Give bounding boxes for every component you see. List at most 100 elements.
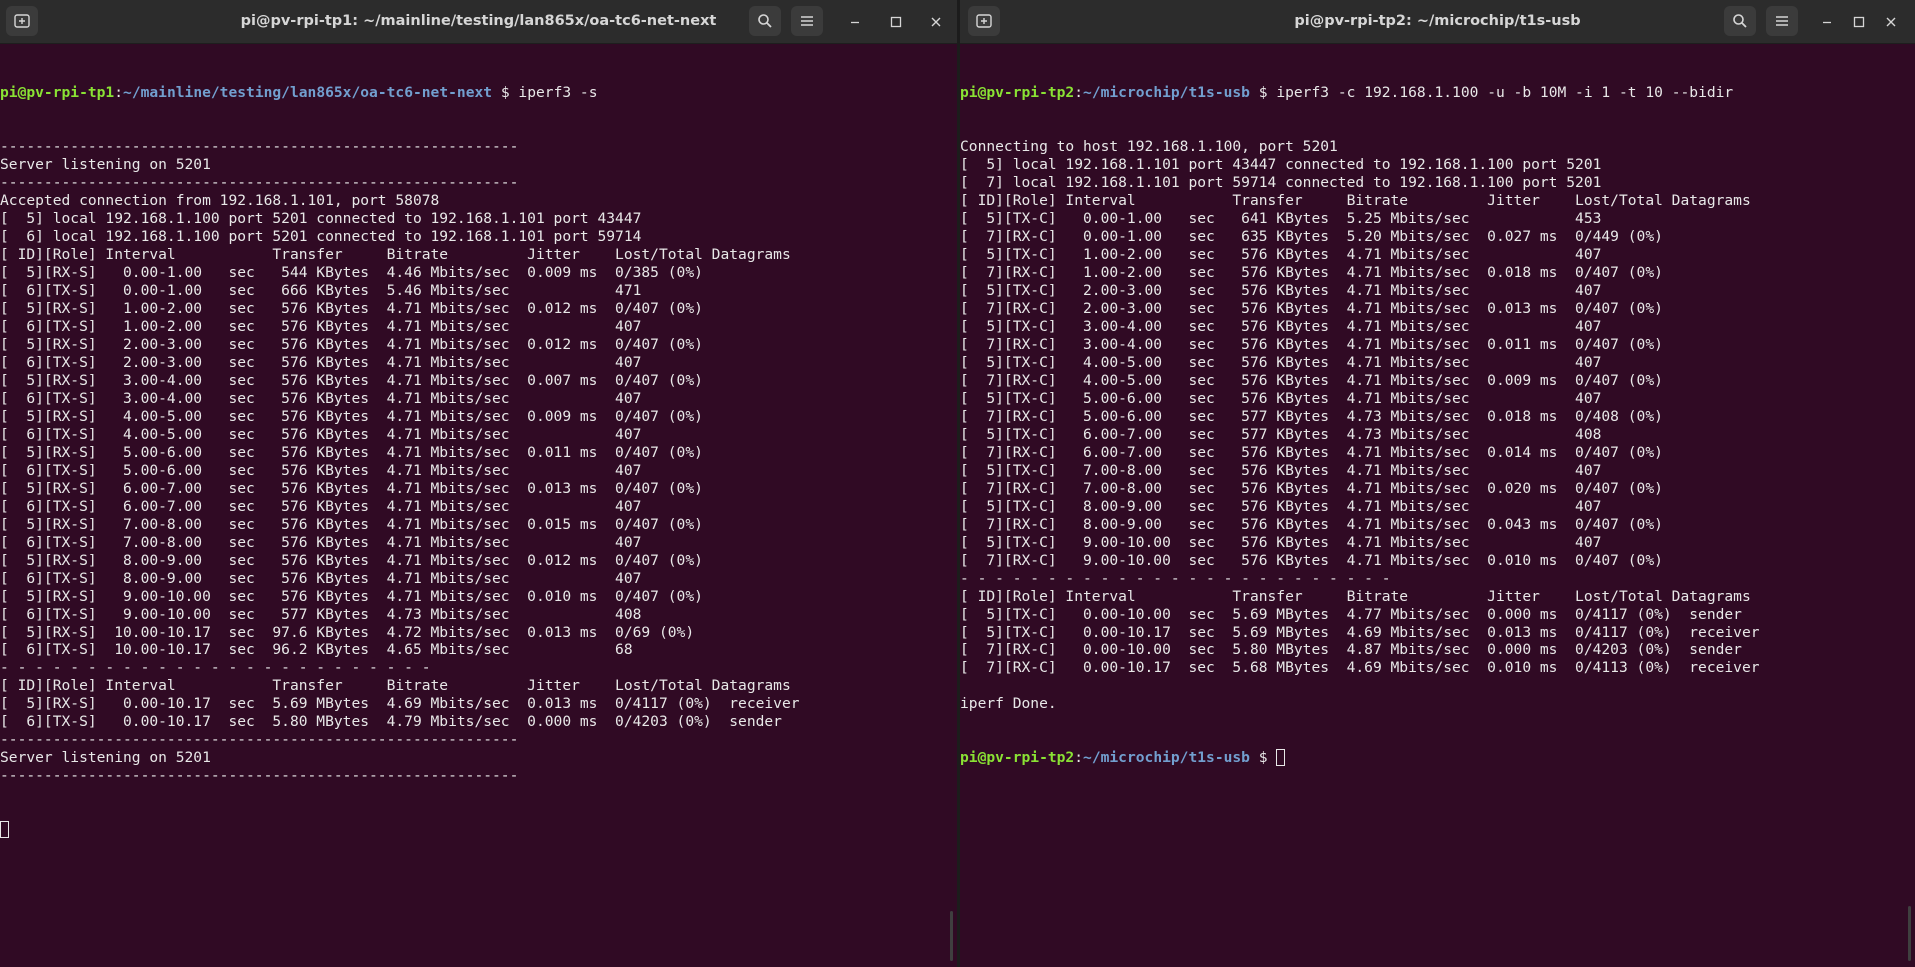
output-line: [ 5][RX-S] 2.00-3.00 sec 576 KBytes 4.71… [0,335,703,353]
output-line: [ 5][RX-S] 3.00-4.00 sec 576 KBytes 4.71… [0,371,703,389]
search-button[interactable] [749,6,781,36]
output-lines: ----------------------------------------… [0,138,957,785]
output-line: [ 5][RX-S] 0.00-10.17 sec 5.69 MBytes 4.… [0,695,800,713]
prompt-user-host: pi@pv-rpi-tp2 [960,749,1075,767]
output-line: [ 5][TX-C] 0.00-10.17 sec 5.69 MBytes 4.… [960,623,1760,641]
prompt-command: iperf3 -s [518,83,598,101]
output-line: Server listening on 5201 [0,749,211,767]
output-line: [ 5][RX-S] 5.00-6.00 sec 576 KBytes 4.71… [0,443,703,461]
prompt-path: ~/microchip/t1s-usb [1083,749,1250,767]
output-line: [ 5][TX-C] 0.00-1.00 sec 641 KBytes 5.25… [960,209,1602,227]
output-line: [ ID][Role] Interval Transfer Bitrate Ji… [0,245,791,263]
cursor-line [0,821,957,839]
prompt-path: ~/microchip/t1s-usb [1083,83,1250,101]
output-line: [ 5][TX-C] 8.00-9.00 sec 576 KBytes 4.71… [960,497,1602,515]
maximize-button[interactable] [1847,10,1871,34]
terminal-output-right[interactable]: pi@pv-rpi-tp2:~/microchip/t1s-usb $ iper… [960,48,1915,967]
output-line: [ 5][RX-S] 1.00-2.00 sec 576 KBytes 4.71… [0,299,703,317]
menu-button[interactable] [1766,6,1798,36]
output-line: Server listening on 5201 [0,155,211,173]
output-line: Connecting to host 192.168.1.100, port 5… [960,137,1338,155]
output-line: [ 5][TX-C] 1.00-2.00 sec 576 KBytes 4.71… [960,245,1602,263]
prompt-line-current: pi@pv-rpi-tp2:~/microchip/t1s-usb $ [960,749,1915,767]
output-line: [ 6][TX-S] 3.00-4.00 sec 576 KBytes 4.71… [0,389,642,407]
output-line: [ 7][RX-C] 0.00-1.00 sec 635 KBytes 5.20… [960,227,1663,245]
hamburger-menu-icon [1776,16,1788,26]
output-line: [ 7][RX-C] 7.00-8.00 sec 576 KBytes 4.71… [960,479,1663,497]
titlebar-right: pi@pv-rpi-tp2: ~/microchip/t1s-usb [960,0,1915,44]
text-cursor [0,821,9,839]
output-line: [ 6][TX-S] 0.00-1.00 sec 666 KBytes 5.46… [0,281,642,299]
output-line: [ 7][RX-C] 2.00-3.00 sec 576 KBytes 4.71… [960,299,1663,317]
output-line: [ 6][TX-S] 0.00-10.17 sec 5.80 MBytes 4.… [0,713,782,731]
output-line: [ 5][RX-S] 10.00-10.17 sec 97.6 KBytes 4… [0,623,695,641]
output-line: [ 7][RX-C] 1.00-2.00 sec 576 KBytes 4.71… [960,263,1663,281]
output-line: [ 6][TX-S] 4.00-5.00 sec 576 KBytes 4.71… [0,425,642,443]
output-line: [ 6][TX-S] 8.00-9.00 sec 576 KBytes 4.71… [0,569,642,587]
scrollbar-left[interactable] [950,911,953,961]
prompt-line: pi@pv-rpi-tp1:~/mainline/testing/lan865x… [0,83,598,101]
search-button[interactable] [1724,6,1756,36]
output-line: [ 7][RX-C] 4.00-5.00 sec 576 KBytes 4.71… [960,371,1663,389]
output-line: [ 7] local 192.168.1.101 port 59714 conn… [960,173,1602,191]
close-icon [931,17,941,27]
output-line: [ 5][TX-C] 4.00-5.00 sec 576 KBytes 4.71… [960,353,1602,371]
output-line: [ 5][RX-S] 0.00-1.00 sec 544 KBytes 4.46… [0,263,703,281]
close-icon [1886,17,1896,27]
search-icon [1733,14,1747,28]
search-icon [758,14,772,28]
hamburger-menu-icon [801,16,813,26]
output-line: [ 5][TX-C] 7.00-8.00 sec 576 KBytes 4.71… [960,461,1602,479]
prompt-path: ~/mainline/testing/lan865x/oa-tc6-net-ne… [123,83,493,101]
output-line: [ 7][RX-C] 0.00-10.00 sec 5.80 MBytes 4.… [960,641,1742,659]
output-line: ----------------------------------------… [0,731,519,749]
output-line: Accepted connection from 192.168.1.101, … [0,191,440,209]
output-line: [ 5] local 192.168.1.101 port 43447 conn… [960,155,1602,173]
close-button[interactable] [924,10,948,34]
output-line: [ 6][TX-S] 1.00-2.00 sec 576 KBytes 4.71… [0,317,642,335]
menu-button[interactable] [791,6,823,36]
minimize-button[interactable] [1815,10,1839,34]
output-line: [ 7][RX-C] 0.00-10.17 sec 5.68 MBytes 4.… [960,659,1760,677]
output-line: ----------------------------------------… [0,767,519,785]
output-line: [ 7][RX-C] 8.00-9.00 sec 576 KBytes 4.71… [960,515,1663,533]
output-line: ----------------------------------------… [0,137,519,155]
output-line: [ 5][TX-C] 3.00-4.00 sec 576 KBytes 4.71… [960,317,1602,335]
terminal-window-left: pi@pv-rpi-tp1: ~/mainline/testing/lan865… [0,0,957,967]
output-line: [ 5][RX-S] 4.00-5.00 sec 576 KBytes 4.71… [0,407,703,425]
output-line: [ 7][RX-C] 3.00-4.00 sec 576 KBytes 4.71… [960,335,1663,353]
output-line: [ 6] local 192.168.1.100 port 5201 conne… [0,227,642,245]
output-line: [ 5][RX-S] 7.00-8.00 sec 576 KBytes 4.71… [0,515,703,533]
prompt-user-host: pi@pv-rpi-tp1 [0,83,115,101]
output-line: [ 5][TX-C] 6.00-7.00 sec 577 KBytes 4.73… [960,425,1602,443]
output-line: [ 5][TX-C] 9.00-10.00 sec 576 KBytes 4.7… [960,533,1602,551]
output-line: [ 6][TX-S] 9.00-10.00 sec 577 KBytes 4.7… [0,605,642,623]
prompt-command: iperf3 -c 192.168.1.100 -u -b 10M -i 1 -… [1276,83,1734,101]
terminal-output-left[interactable]: pi@pv-rpi-tp1:~/mainline/testing/lan865x… [0,48,957,967]
output-line: [ 7][RX-C] 9.00-10.00 sec 576 KBytes 4.7… [960,551,1663,569]
minimize-icon [1823,21,1831,24]
minimize-button[interactable] [843,10,867,34]
close-button[interactable] [1879,10,1903,34]
maximize-icon [890,16,902,28]
output-line: [ 5][RX-S] 8.00-9.00 sec 576 KBytes 4.71… [0,551,703,569]
output-line: - - - - - - - - - - - - - - - - - - - - … [0,659,431,677]
output-line: [ ID][Role] Interval Transfer Bitrate Ji… [0,677,791,695]
output-line: [ ID][Role] Interval Transfer Bitrate Ji… [960,191,1751,209]
output-line: [ ID][Role] Interval Transfer Bitrate Ji… [960,587,1751,605]
output-line: [ 5] local 192.168.1.100 port 5201 conne… [0,209,642,227]
scrollbar-right[interactable] [1908,906,1911,961]
terminal-window-right: pi@pv-rpi-tp2: ~/microchip/t1s-usb pi@pv… [960,0,1915,967]
titlebar-left: pi@pv-rpi-tp1: ~/mainline/testing/lan865… [0,0,957,44]
output-line: [ 5][RX-S] 6.00-7.00 sec 576 KBytes 4.71… [0,479,703,497]
prompt-line: pi@pv-rpi-tp2:~/microchip/t1s-usb $ iper… [960,83,1734,101]
maximize-button[interactable] [884,10,908,34]
output-line: iperf Done. [960,695,1057,713]
output-line: [ 7][RX-C] 5.00-6.00 sec 577 KBytes 4.73… [960,407,1663,425]
output-line: [ 5][TX-C] 5.00-6.00 sec 576 KBytes 4.71… [960,389,1602,407]
output-line: - - - - - - - - - - - - - - - - - - - - … [960,569,1391,587]
output-line: [ 5][RX-S] 9.00-10.00 sec 576 KBytes 4.7… [0,587,703,605]
output-line: [ 7][RX-C] 6.00-7.00 sec 576 KBytes 4.71… [960,443,1663,461]
output-line: [ 6][TX-S] 6.00-7.00 sec 576 KBytes 4.71… [0,497,642,515]
